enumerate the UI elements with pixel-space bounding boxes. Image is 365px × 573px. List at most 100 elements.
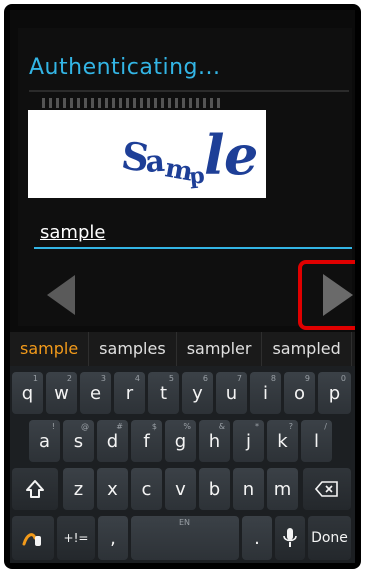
microphone-icon	[283, 528, 297, 547]
symbols-key[interactable]: +!=	[57, 516, 95, 560]
key-u[interactable]: 7u	[216, 372, 247, 414]
key-y[interactable]: 6y	[182, 372, 213, 414]
key-hint: ?	[288, 422, 293, 431]
key-label: v	[175, 478, 186, 500]
key-z[interactable]: z	[63, 468, 94, 510]
key-n[interactable]: n	[233, 468, 264, 510]
key-q[interactable]: 1q	[12, 372, 43, 414]
key-o[interactable]: 9o	[284, 372, 315, 414]
key-w[interactable]: 2w	[46, 372, 77, 414]
period-key[interactable]: .	[242, 516, 272, 560]
svg-text:l: l	[204, 123, 225, 187]
key-label: t	[159, 382, 168, 404]
key-label: b	[208, 478, 221, 500]
key-label: ,	[110, 527, 116, 549]
key-label: a	[38, 430, 51, 452]
key-label: n	[242, 478, 255, 500]
key-label: Done	[311, 530, 348, 546]
suggestion-item[interactable]: samples	[89, 332, 177, 366]
key-hint: 3	[100, 374, 106, 383]
comma-key[interactable]: ,	[98, 516, 128, 560]
key-label: d	[106, 430, 119, 452]
key-label: r	[125, 382, 134, 404]
key-i[interactable]: 8i	[250, 372, 281, 414]
key-s[interactable]: @ s	[63, 420, 94, 462]
key-b[interactable]: b	[199, 468, 230, 510]
shift-icon	[26, 480, 44, 498]
key-hint: 6	[202, 374, 208, 383]
key-label: e	[89, 382, 102, 404]
key-hint: 9	[304, 374, 310, 383]
key-hint: 8	[270, 374, 276, 383]
key-c[interactable]: c	[131, 468, 162, 510]
key-label: w	[54, 382, 69, 404]
key-hint: %	[183, 422, 191, 431]
key-v[interactable]: v	[165, 468, 196, 510]
key-hint: 7	[236, 374, 242, 383]
key-e[interactable]: 3e	[80, 372, 111, 414]
suggestion-item[interactable]: sampler	[177, 332, 263, 366]
instruction-text	[42, 98, 222, 108]
key-label: x	[107, 478, 118, 500]
key-hint: @	[81, 422, 89, 431]
key-a[interactable]: ! a	[29, 420, 60, 462]
key-label: u	[225, 382, 238, 404]
key-hint: 0	[340, 374, 346, 383]
key-label: +!=	[63, 531, 89, 545]
key-r[interactable]: 4r	[114, 372, 145, 414]
key-x[interactable]: x	[97, 468, 128, 510]
key-j[interactable]: * j	[233, 420, 264, 462]
key-m[interactable]: m	[267, 468, 298, 510]
shift-key[interactable]	[12, 468, 58, 510]
phone-frame: Authenticating... S a m p l e sample sam…	[4, 4, 361, 569]
key-hint: 2	[66, 374, 72, 383]
space-key[interactable]: EN	[131, 516, 239, 560]
suggestion-item[interactable]: sample	[10, 332, 90, 366]
key-hint: 4	[134, 374, 140, 383]
title-divider	[29, 90, 349, 92]
key-g[interactable]: % g	[165, 420, 196, 462]
key-hint: *	[255, 422, 259, 431]
captcha-svg: S a m p l e	[28, 110, 266, 198]
backspace-icon	[315, 481, 338, 497]
suggestion-bar: sample samples sampler sampled sam	[10, 332, 355, 366]
key-hint: 1	[32, 374, 38, 383]
svg-text:a: a	[144, 144, 166, 180]
key-label: k	[277, 430, 288, 452]
swype-key[interactable]	[12, 516, 54, 560]
screen: Authenticating... S a m p l e sample sam…	[10, 10, 355, 563]
svg-text:e: e	[224, 123, 258, 187]
field-underline	[34, 247, 352, 249]
suggestion-item[interactable]: sampled	[262, 332, 352, 366]
key-hint: #	[116, 422, 123, 431]
key-label: i	[262, 382, 268, 404]
suggestion-item[interactable]: sam	[352, 332, 355, 366]
voice-key[interactable]	[275, 516, 305, 560]
key-p[interactable]: 0p	[318, 372, 351, 414]
key-label: o	[293, 382, 305, 404]
key-h[interactable]: & h	[199, 420, 230, 462]
key-label: g	[174, 430, 187, 452]
key-hint: /	[324, 422, 327, 431]
auth-dialog: Authenticating... S a m p l e	[18, 28, 355, 330]
captcha-answer-field[interactable]	[34, 217, 355, 249]
key-k[interactable]: ? k	[267, 420, 298, 462]
key-label: p	[328, 382, 341, 404]
key-hint: $	[151, 422, 157, 431]
key-label: q	[21, 382, 34, 404]
key-d[interactable]: # d	[97, 420, 128, 462]
key-f[interactable]: $ f	[131, 420, 162, 462]
key-t[interactable]: 5t	[148, 372, 179, 414]
key-label: m	[273, 478, 292, 500]
done-key[interactable]: Done	[308, 516, 351, 560]
captcha-image: S a m p l e	[28, 110, 266, 198]
key-label: .	[254, 527, 260, 549]
key-label: l	[313, 430, 319, 452]
backspace-key[interactable]	[303, 468, 351, 510]
key-l[interactable]: / l	[301, 420, 332, 462]
previous-button[interactable]	[36, 266, 88, 324]
key-label: y	[192, 382, 203, 404]
captcha-answer-input[interactable]	[34, 217, 355, 247]
key-hint: 5	[168, 374, 174, 383]
key-label: c	[141, 478, 152, 500]
